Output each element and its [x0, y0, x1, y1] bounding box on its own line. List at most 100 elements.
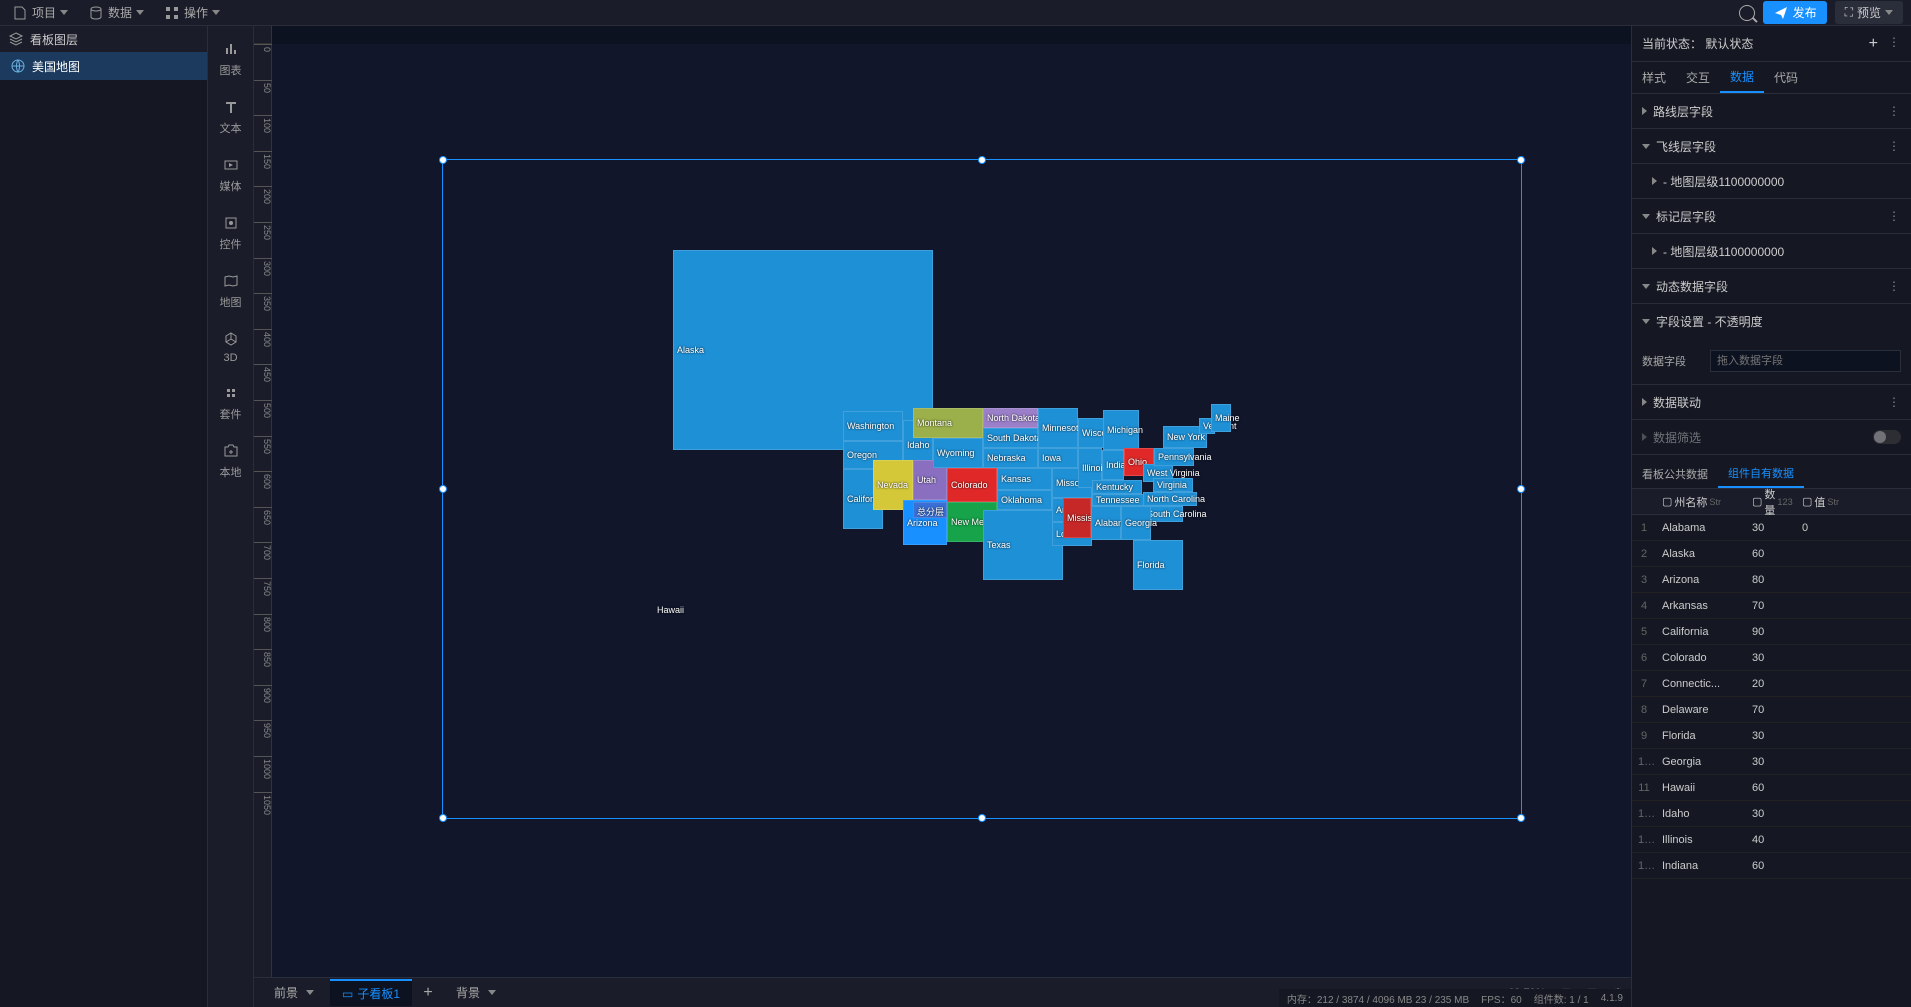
state-colorado[interactable] [947, 468, 997, 502]
cell-state[interactable]: Indiana [1656, 860, 1746, 872]
more-icon[interactable]: ⋮ [1888, 139, 1901, 153]
table-row[interactable]: 10Georgia30 [1632, 749, 1911, 775]
state-alabama[interactable] [1091, 506, 1121, 540]
cell-count[interactable]: 30 [1746, 808, 1796, 820]
state-wyoming[interactable] [933, 438, 983, 468]
state-总分层[interactable] [913, 502, 947, 518]
data-field-input[interactable] [1710, 350, 1901, 372]
section-dynamic[interactable]: 动态数据字段⋮ [1632, 269, 1911, 303]
state-oklahoma[interactable] [997, 490, 1052, 510]
tab-foreground[interactable]: 前景 [262, 980, 326, 1005]
resize-handle-tc[interactable] [978, 156, 986, 164]
cell-state[interactable]: Georgia [1656, 756, 1746, 768]
tab-code[interactable]: 代码 [1764, 62, 1808, 93]
state-nebraska[interactable] [983, 448, 1038, 468]
add-state-button[interactable]: + [1869, 35, 1878, 53]
state-texas[interactable] [983, 510, 1063, 580]
rail-kit[interactable]: 套件 [220, 382, 242, 422]
state-kansas[interactable] [997, 468, 1052, 490]
section-marker_sub[interactable]: - 地图层级1100000000 [1632, 234, 1911, 268]
table-row[interactable]: 8Delaware70 [1632, 697, 1911, 723]
rail-chart[interactable]: 图表 [220, 38, 242, 78]
cell-count[interactable]: 90 [1746, 626, 1796, 638]
tab-subboard[interactable]: ▭子看板1 [330, 979, 412, 1006]
tab-shared-data[interactable]: 看板公共数据 [1632, 459, 1718, 488]
menu-project[interactable]: 项目 [8, 2, 72, 23]
more-icon[interactable]: ⋮ [1888, 395, 1901, 409]
rail-media[interactable]: 媒体 [220, 154, 242, 194]
cell-count[interactable]: 30 [1746, 756, 1796, 768]
cell-state[interactable]: Connectic... [1656, 678, 1746, 690]
cell-count[interactable]: 30 [1746, 522, 1796, 534]
cell-state[interactable]: Arizona [1656, 574, 1746, 586]
tab-style[interactable]: 样式 [1632, 62, 1676, 93]
tab-background[interactable]: 背景 [444, 980, 508, 1005]
cell-state[interactable]: California [1656, 626, 1746, 638]
state-pennsylvania[interactable] [1154, 448, 1194, 466]
rail-ctrl[interactable]: 控件 [220, 212, 242, 252]
cell-count[interactable]: 80 [1746, 574, 1796, 586]
table-row[interactable]: 7Connectic...20 [1632, 671, 1911, 697]
cell-count[interactable]: 30 [1746, 652, 1796, 664]
cell-state[interactable]: Alaska [1656, 548, 1746, 560]
state-mississippi[interactable] [1063, 498, 1091, 538]
cell-state[interactable]: Hawaii [1656, 782, 1746, 794]
table-row[interactable]: 13Illinois40 [1632, 827, 1911, 853]
rail-text[interactable]: 文本 [220, 96, 242, 136]
cell-count[interactable]: 60 [1746, 860, 1796, 872]
cell-state[interactable]: Idaho [1656, 808, 1746, 820]
table-row[interactable]: 1Alabama300 [1632, 515, 1911, 541]
table-row[interactable]: 9Florida30 [1632, 723, 1911, 749]
menu-action[interactable]: 操作 [160, 2, 224, 23]
more-icon[interactable]: ⋮ [1888, 279, 1901, 293]
cell-state[interactable]: Alabama [1656, 522, 1746, 534]
resize-handle-bl[interactable] [439, 814, 447, 822]
resize-handle-mr[interactable] [1517, 485, 1525, 493]
cell-count[interactable]: 40 [1746, 834, 1796, 846]
layer-item-usa-map[interactable]: 美国地图 [0, 52, 207, 80]
rail-local[interactable]: 本地 [220, 440, 242, 480]
table-row[interactable]: 3Arizona80 [1632, 567, 1911, 593]
table-row[interactable]: 12Idaho30 [1632, 801, 1911, 827]
state-minnesota[interactable] [1038, 408, 1078, 448]
cell-count[interactable]: 70 [1746, 704, 1796, 716]
section-flyline_sub[interactable]: - 地图层级1100000000 [1632, 164, 1911, 198]
state-iowa[interactable] [1038, 448, 1078, 468]
resize-handle-tl[interactable] [439, 156, 447, 164]
state-south-dakota[interactable] [983, 428, 1038, 448]
resize-handle-tr[interactable] [1517, 156, 1525, 164]
cell-count[interactable]: 20 [1746, 678, 1796, 690]
section-field-setting[interactable]: 字段设置 - 不透明度 [1632, 304, 1911, 338]
cell-count[interactable]: 30 [1746, 730, 1796, 742]
cell-count[interactable]: 60 [1746, 548, 1796, 560]
more-icon[interactable]: ⋮ [1888, 104, 1901, 118]
section-route[interactable]: 路线层字段⋮ [1632, 94, 1911, 128]
table-row[interactable]: 11Hawaii60 [1632, 775, 1911, 801]
rail-map[interactable]: 地图 [220, 270, 242, 310]
usa-map-widget[interactable]: AlaskaHawaiiWashingtonOregonCaliforniaId… [443, 160, 1521, 818]
cell-count[interactable]: 60 [1746, 782, 1796, 794]
resize-handle-ml[interactable] [439, 485, 447, 493]
cell-count[interactable]: 70 [1746, 600, 1796, 612]
tab-own-data[interactable]: 组件自有数据 [1718, 459, 1804, 488]
resize-handle-br[interactable] [1517, 814, 1525, 822]
state-florida[interactable] [1133, 540, 1183, 590]
section-data-linkage[interactable]: 数据联动 ⋮ [1632, 385, 1911, 419]
col-state-name[interactable]: ▢ 州名称Str [1656, 494, 1746, 510]
table-row[interactable]: 5California90 [1632, 619, 1911, 645]
canvas-stage[interactable]: AlaskaHawaiiWashingtonOregonCaliforniaId… [272, 44, 1631, 977]
state-michigan[interactable] [1103, 410, 1139, 450]
section-flyline[interactable]: 飞线层字段⋮ [1632, 129, 1911, 163]
table-row[interactable]: 2Alaska60 [1632, 541, 1911, 567]
state-maine[interactable] [1211, 404, 1231, 432]
col-value[interactable]: ▢ 值Str [1796, 494, 1846, 510]
state-menu-icon[interactable]: ⋮ [1888, 35, 1901, 53]
table-row[interactable]: 6Colorado30 [1632, 645, 1911, 671]
state-montana[interactable] [913, 408, 983, 438]
more-icon[interactable]: ⋮ [1888, 209, 1901, 223]
cell-state[interactable]: Arkansas [1656, 600, 1746, 612]
state-value[interactable]: 默认状态 [1705, 37, 1753, 51]
section-marker[interactable]: 标记层字段⋮ [1632, 199, 1911, 233]
filter-toggle[interactable] [1873, 430, 1901, 444]
state-virginia[interactable] [1153, 478, 1193, 492]
